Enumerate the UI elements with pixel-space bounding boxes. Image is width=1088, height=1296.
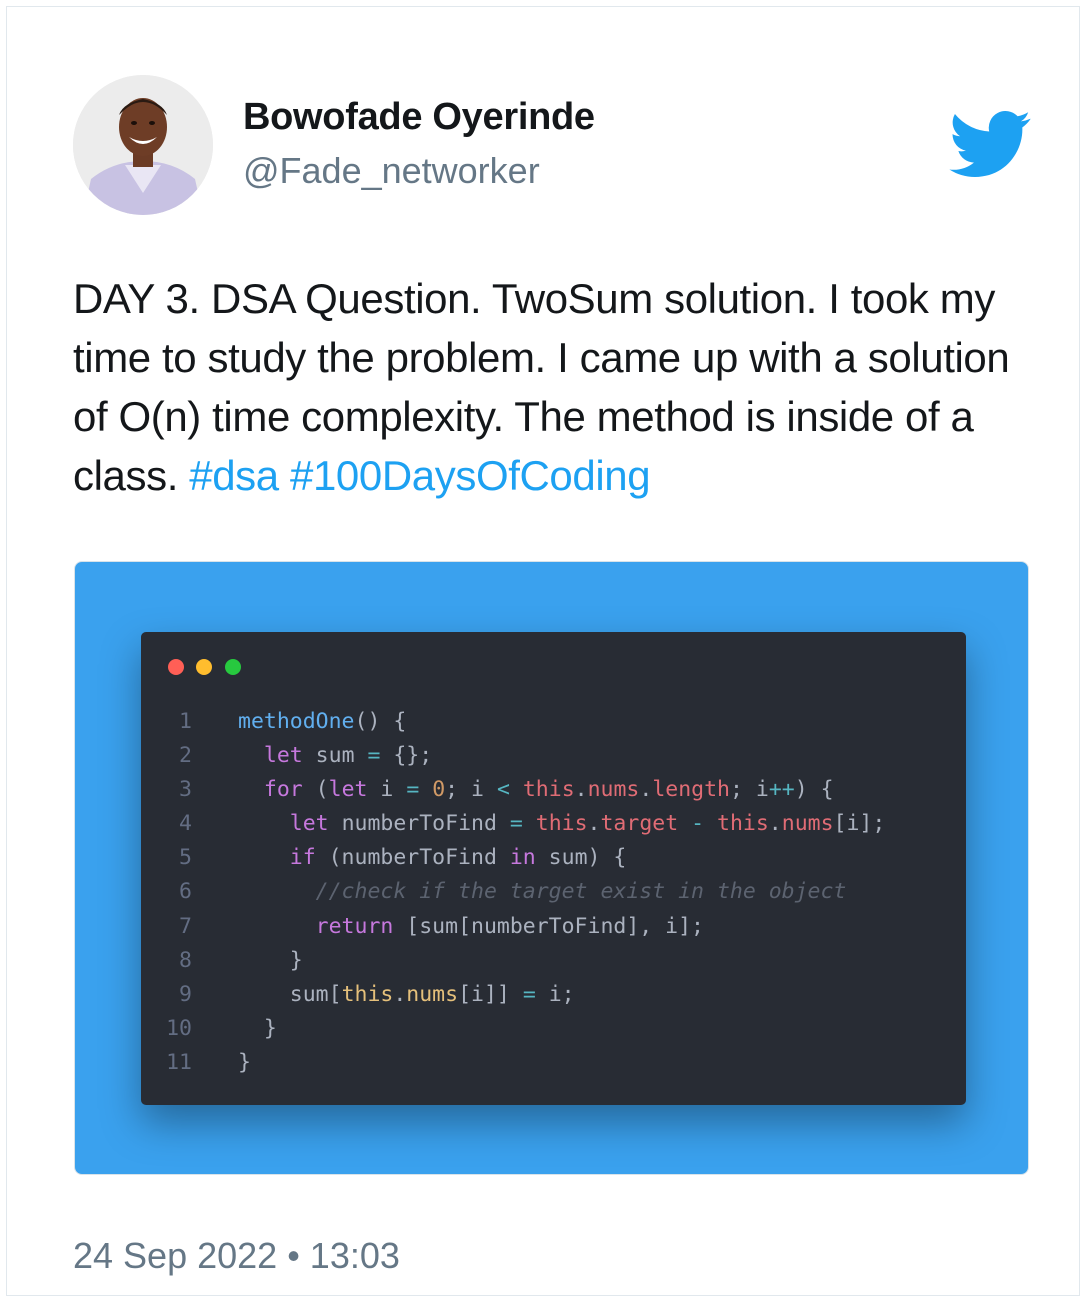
code-line: 3 for (let i = 0; i < this.nums.length; … — [141, 773, 885, 807]
line-number: 3 — [179, 777, 192, 803]
line-number: 4 — [179, 811, 192, 837]
line-number: 11 — [166, 1049, 192, 1075]
line-number: 6 — [179, 879, 192, 905]
tweet-text: DAY 3. DSA Question. TwoSum solution. I … — [73, 269, 1033, 505]
twitter-bird-icon[interactable] — [949, 111, 1031, 177]
code-line: 5 if (numberToFind in sum) { — [141, 841, 885, 875]
line-number: 9 — [179, 981, 192, 1007]
line-number: 1 — [179, 709, 192, 734]
code-line: 10 } — [141, 1012, 885, 1046]
code-line: 6 //check if the target exist in the obj… — [141, 875, 885, 909]
tweet-timestamp[interactable]: 24 Sep 2022 • 13:03 — [73, 1235, 400, 1277]
tweet-media-image[interactable]: 1 methodOne() {2 let sum = {}; 3 for (let … — [74, 561, 1029, 1175]
line-number: 2 — [179, 743, 192, 769]
window-close-dot — [168, 659, 184, 675]
code-line: 1 methodOne() { — [141, 705, 885, 739]
hashtag-dsa[interactable]: #dsa — [189, 452, 279, 499]
line-number: 8 — [179, 947, 192, 973]
display-name[interactable]: Bowofade Oyerinde — [243, 96, 595, 139]
line-number: 7 — [179, 913, 192, 939]
avatar[interactable] — [73, 75, 213, 215]
code-line: 11} — [141, 1046, 885, 1080]
window-maximize-dot — [225, 659, 241, 675]
code-block: 1 methodOne() {2 let sum = {}; 3 for (let … — [141, 705, 885, 1080]
code-line: 9 sum[this.nums[i]] = i; — [141, 978, 885, 1012]
avatar-photo-icon — [73, 75, 213, 215]
hashtag-100daysofcoding[interactable]: #100DaysOfCoding — [290, 452, 651, 499]
code-line: 7 return [sum[numberToFind], i]; — [141, 910, 885, 944]
line-number: 10 — [166, 1015, 192, 1041]
user-handle[interactable]: @Fade_networker — [243, 150, 540, 192]
code-line: 2 let sum = {}; — [141, 739, 885, 773]
tweet-card: Bowofade Oyerinde @Fade_networker DAY 3.… — [6, 6, 1080, 1296]
window-minimize-dot — [196, 659, 212, 675]
line-number: 5 — [179, 845, 192, 871]
code-window: 1 methodOne() {2 let sum = {}; 3 for (let … — [141, 632, 966, 1105]
code-line: 4 let numberToFind = this.target - this.… — [141, 807, 885, 841]
code-line: 8 } — [141, 944, 885, 978]
